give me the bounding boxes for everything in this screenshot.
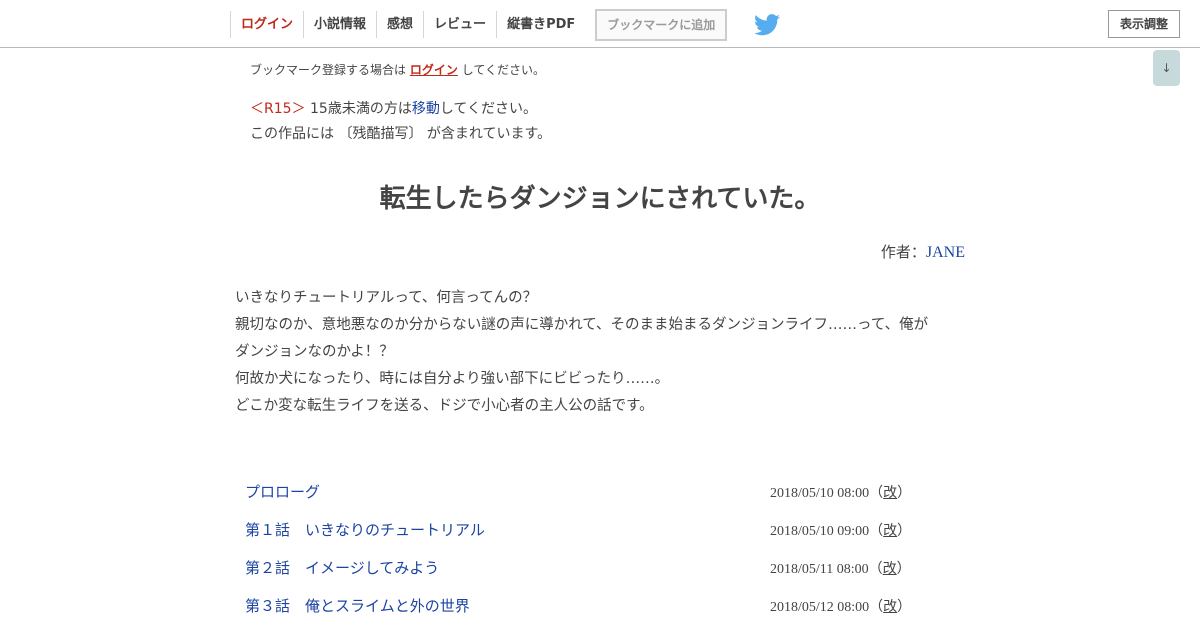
chapter-link[interactable]: 第２話 イメージしてみよう bbox=[245, 557, 439, 578]
chapter-date: 2018/05/10 09:00（改） bbox=[770, 520, 911, 540]
chapter-date-text: 2018/05/10 09:00 bbox=[770, 524, 870, 539]
novel-title: 転生したらダンジョンにされていた。 bbox=[379, 184, 821, 214]
chapter-date-text: 2018/05/11 08:00 bbox=[770, 562, 869, 577]
nav-impressions[interactable]: 感想 bbox=[376, 11, 423, 38]
chapter-date: 2018/05/11 08:00（改） bbox=[770, 558, 911, 578]
chapter-date-text: 2018/05/10 08:00 bbox=[770, 486, 870, 501]
chapter-link[interactable]: 第３話 俺とスライムと外の世界 bbox=[245, 595, 470, 616]
revised-link[interactable]: 改 bbox=[883, 600, 897, 615]
synopsis-line: 何故か犬になったり、時には自分より強い部下にビビったり……。 bbox=[235, 371, 670, 387]
revised-open: （ bbox=[869, 524, 884, 539]
revised-link[interactable]: 改 bbox=[883, 486, 897, 501]
revised-close: ） bbox=[897, 524, 912, 539]
bookmark-login-notice: ブックマーク登録する場合は ログイン してください。 bbox=[250, 61, 545, 78]
chapter-row: 第１話 いきなりのチュートリアル 2018/05/10 09:00（改） bbox=[235, 509, 965, 547]
main-nav: ログイン 小説情報 感想 レビュー 縦書きPDF ブックマークに追加 bbox=[230, 8, 780, 41]
synopsis-line: ダンジョンなのかよ！？ bbox=[235, 344, 394, 360]
add-bookmark-button[interactable]: ブックマークに追加 bbox=[595, 8, 728, 41]
revised-link[interactable]: 改 bbox=[883, 562, 897, 577]
chapter-row: 第２話 イメージしてみよう 2018/05/11 08:00（改） bbox=[235, 547, 965, 585]
nav-review[interactable]: レビュー bbox=[423, 11, 496, 38]
twitter-icon[interactable] bbox=[753, 11, 780, 38]
revised-close: ） bbox=[896, 562, 911, 577]
revised-open: （ bbox=[868, 562, 883, 577]
chapter-row: プロローグ 2018/05/10 08:00（改） bbox=[235, 471, 965, 509]
r15-text-after: してください。 bbox=[439, 101, 537, 117]
nav-login[interactable]: ログイン bbox=[230, 11, 303, 38]
revised-open: （ bbox=[869, 600, 884, 615]
r15-move-link[interactable]: 移動 bbox=[412, 101, 440, 117]
chapter-list: プロローグ 2018/05/10 08:00（改） 第１話 いきなりのチュートリ… bbox=[235, 471, 965, 623]
twitter-bird-icon bbox=[753, 13, 780, 35]
notice-login-link[interactable]: ログイン bbox=[410, 63, 458, 77]
nav-novel-info[interactable]: 小説情報 bbox=[303, 11, 376, 38]
chapter-date-text: 2018/05/12 08:00 bbox=[770, 600, 870, 615]
synopsis-line: いきなりチュートリアルって、何言ってんの？ bbox=[235, 290, 538, 306]
revised-open: （ bbox=[869, 486, 884, 501]
synopsis-line: どこか変な転生ライフを送る、ドジで小心者の主人公の話です。 bbox=[235, 398, 654, 414]
r15-text-before: 15歳未満の方は bbox=[310, 101, 412, 117]
revised-link[interactable]: 改 bbox=[883, 524, 897, 539]
revised-close: ） bbox=[897, 600, 912, 615]
chapter-link[interactable]: プロローグ bbox=[245, 481, 320, 502]
chapter-date: 2018/05/12 08:00（改） bbox=[770, 596, 911, 616]
author-line: 作者：JANE bbox=[881, 241, 965, 262]
display-settings-button[interactable]: 表示調整 bbox=[1108, 10, 1180, 38]
top-header: ログイン 小説情報 感想 レビュー 縦書きPDF ブックマークに追加 表示調整 bbox=[0, 0, 1200, 48]
content-warning: この作品には 〔残酷描写〕 が含まれています。 bbox=[250, 126, 552, 142]
nav-vertical-pdf[interactable]: 縦書きPDF bbox=[496, 11, 585, 38]
notice-prefix: ブックマーク登録する場合は bbox=[250, 63, 407, 77]
synopsis-line: 親切なのか、意地悪なのか分からない謎の声に導かれて、そのまま始まるダンジョンライ… bbox=[235, 317, 929, 333]
synopsis: いきなりチュートリアルって、何言ってんの？ 親切なのか、意地悪なのか分からない謎… bbox=[235, 285, 965, 420]
scroll-down-button[interactable]: ↓ bbox=[1153, 50, 1180, 86]
author-link[interactable]: JANE bbox=[926, 244, 965, 261]
chapter-link[interactable]: 第１話 いきなりのチュートリアル bbox=[245, 519, 485, 540]
chapter-date: 2018/05/10 08:00（改） bbox=[770, 482, 911, 502]
age-rating-notice: ＜R15＞ 15歳未満の方は移動してください。 bbox=[250, 98, 537, 118]
chapter-row: 第３話 俺とスライムと外の世界 2018/05/12 08:00（改） bbox=[235, 585, 965, 623]
notice-suffix: してください。 bbox=[461, 63, 545, 77]
r15-label: ＜R15＞ bbox=[250, 101, 306, 117]
revised-close: ） bbox=[897, 486, 912, 501]
author-label: 作者： bbox=[880, 243, 926, 261]
